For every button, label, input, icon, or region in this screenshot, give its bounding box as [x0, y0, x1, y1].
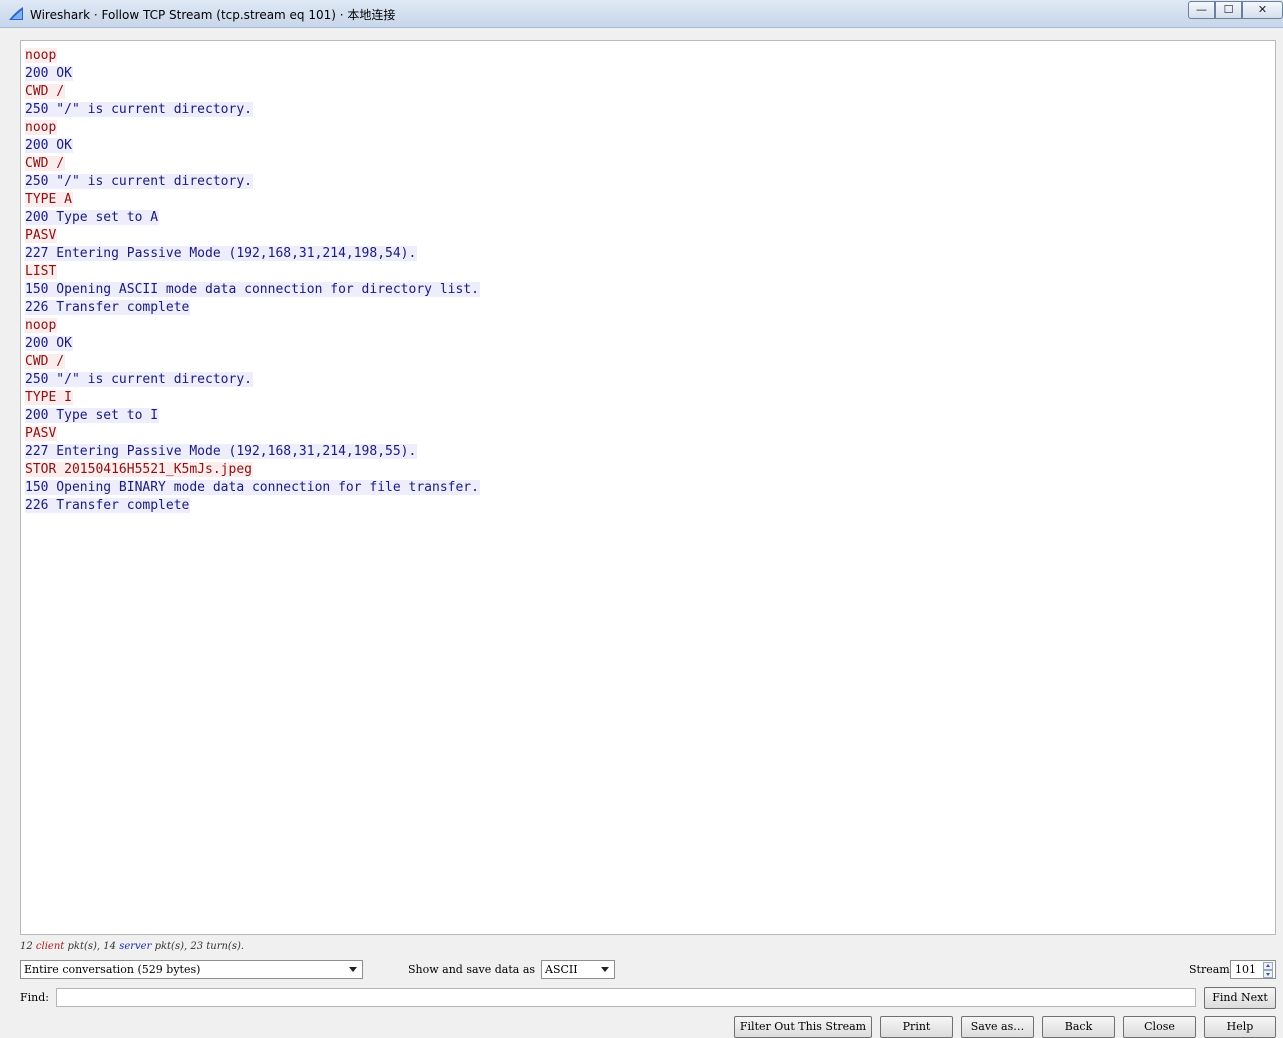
- client-stream-line: LIST: [25, 263, 1275, 281]
- stream-line-text: 250 "/" is current directory.: [25, 174, 253, 189]
- server-stream-line: 226 Transfer complete: [25, 299, 1275, 317]
- client-stream-line: CWD /: [25, 353, 1275, 371]
- client-count: 12: [20, 941, 33, 952]
- server-stream-line: 250 "/" is current directory.: [25, 371, 1275, 389]
- stream-line-text: TYPE A: [25, 192, 73, 207]
- find-label: Find:: [20, 991, 49, 1004]
- server-word: server: [119, 941, 152, 952]
- server-stream-line: 200 Type set to A: [25, 209, 1275, 227]
- wireshark-fin-icon: [9, 7, 23, 20]
- chevron-down-icon: [349, 967, 357, 972]
- client-stream-line: PASV: [25, 425, 1275, 443]
- server-stream-line: 200 OK: [25, 137, 1275, 155]
- stream-line-text: STOR 20150416H5521_K5mJs.jpeg: [25, 462, 253, 477]
- window-title: Wireshark · Follow TCP Stream (tcp.strea…: [30, 8, 396, 22]
- stream-line-text: 150 Opening ASCII mode data connection f…: [25, 282, 480, 297]
- server-stream-line: 227 Entering Passive Mode (192,168,31,21…: [25, 245, 1275, 263]
- server-stream-line: 200 OK: [25, 65, 1275, 83]
- stream-line-text: 227 Entering Passive Mode (192,168,31,21…: [25, 246, 418, 261]
- conversation-select[interactable]: Entire conversation (529 bytes): [20, 960, 363, 979]
- stream-line-text: PASV: [25, 228, 58, 243]
- client-stream-line: noop: [25, 47, 1275, 65]
- show-save-label: Show and save data as: [408, 963, 536, 976]
- chevron-down-icon: [601, 967, 609, 972]
- server-count: 14: [103, 941, 116, 952]
- stream-line-text: 250 "/" is current directory.: [25, 102, 253, 117]
- server-stream-line: 150 Opening ASCII mode data connection f…: [25, 281, 1275, 299]
- stream-number-value: 101: [1235, 963, 1256, 976]
- stream-line-text: 200 OK: [25, 66, 73, 81]
- stream-line-text: CWD /: [25, 156, 66, 171]
- format-select-value: ASCII: [545, 963, 578, 976]
- client-stream-line: noop: [25, 119, 1275, 137]
- conversation-select-value: Entire conversation (529 bytes): [24, 963, 201, 976]
- close-window-button[interactable]: ✕: [1242, 1, 1283, 19]
- client-stream-line: STOR 20150416H5521_K5mJs.jpeg: [25, 461, 1275, 479]
- stream-line-text: 250 "/" is current directory.: [25, 372, 253, 387]
- stream-line-text: CWD /: [25, 84, 66, 99]
- client-suffix: pkt(s),: [67, 941, 101, 952]
- server-suffix: pkt(s),: [154, 941, 188, 952]
- stream-line-text: 200 Type set to I: [25, 408, 160, 423]
- stream-line-text: 200 OK: [25, 336, 73, 351]
- client-stream-line: TYPE A: [25, 191, 1275, 209]
- minimize-button[interactable]: —: [1188, 1, 1215, 19]
- stream-line-text: PASV: [25, 426, 58, 441]
- client-word: client: [35, 941, 65, 952]
- stream-label: Stream: [1189, 963, 1230, 976]
- stream-number-spinbox[interactable]: 101: [1230, 960, 1276, 979]
- client-stream-line: TYPE I: [25, 389, 1275, 407]
- stream-line-text: 200 Type set to A: [25, 210, 160, 225]
- client-stream-line: CWD /: [25, 155, 1275, 173]
- stream-line-text: TYPE I: [25, 390, 73, 405]
- title-bar: Wireshark · Follow TCP Stream (tcp.strea…: [0, 0, 1283, 28]
- stream-line-text: 150 Opening BINARY mode data connection …: [25, 480, 480, 495]
- server-stream-line: 226 Transfer complete: [25, 497, 1275, 515]
- spin-down-icon[interactable]: [1263, 970, 1273, 978]
- maximize-button[interactable]: ☐: [1215, 1, 1242, 19]
- client-stream-line: noop: [25, 317, 1275, 335]
- server-stream-line: 250 "/" is current directory.: [25, 101, 1275, 119]
- server-stream-line: 250 "/" is current directory.: [25, 173, 1275, 191]
- server-stream-line: 200 OK: [25, 335, 1275, 353]
- stream-line-text: 226 Transfer complete: [25, 300, 191, 315]
- stream-line-text: noop: [25, 48, 58, 63]
- stream-line-text: CWD /: [25, 354, 66, 369]
- find-next-button[interactable]: Find Next: [1204, 987, 1276, 1009]
- turns-count: 23 turn(s).: [190, 941, 245, 952]
- server-stream-line: 200 Type set to I: [25, 407, 1275, 425]
- format-select[interactable]: ASCII: [541, 960, 615, 979]
- client-stream-line: PASV: [25, 227, 1275, 245]
- stream-line-text: noop: [25, 120, 58, 135]
- spin-up-icon[interactable]: [1263, 962, 1273, 970]
- stream-line-text: LIST: [25, 264, 58, 279]
- stream-line-text: 200 OK: [25, 138, 73, 153]
- stream-stats: 12 client pkt(s), 14 server pkt(s), 23 t…: [20, 941, 244, 952]
- server-stream-line: 150 Opening BINARY mode data connection …: [25, 479, 1275, 497]
- client-stream-line: CWD /: [25, 83, 1275, 101]
- find-input[interactable]: [56, 988, 1196, 1007]
- stream-line-text: noop: [25, 318, 58, 333]
- stream-line-text: 227 Entering Passive Mode (192,168,31,21…: [25, 444, 418, 459]
- server-stream-line: 227 Entering Passive Mode (192,168,31,21…: [25, 443, 1275, 461]
- stream-text-area[interactable]: noop 200 OK CWD / 250 "/" is current direct…: [20, 40, 1276, 935]
- stream-line-text: 226 Transfer complete: [25, 498, 191, 513]
